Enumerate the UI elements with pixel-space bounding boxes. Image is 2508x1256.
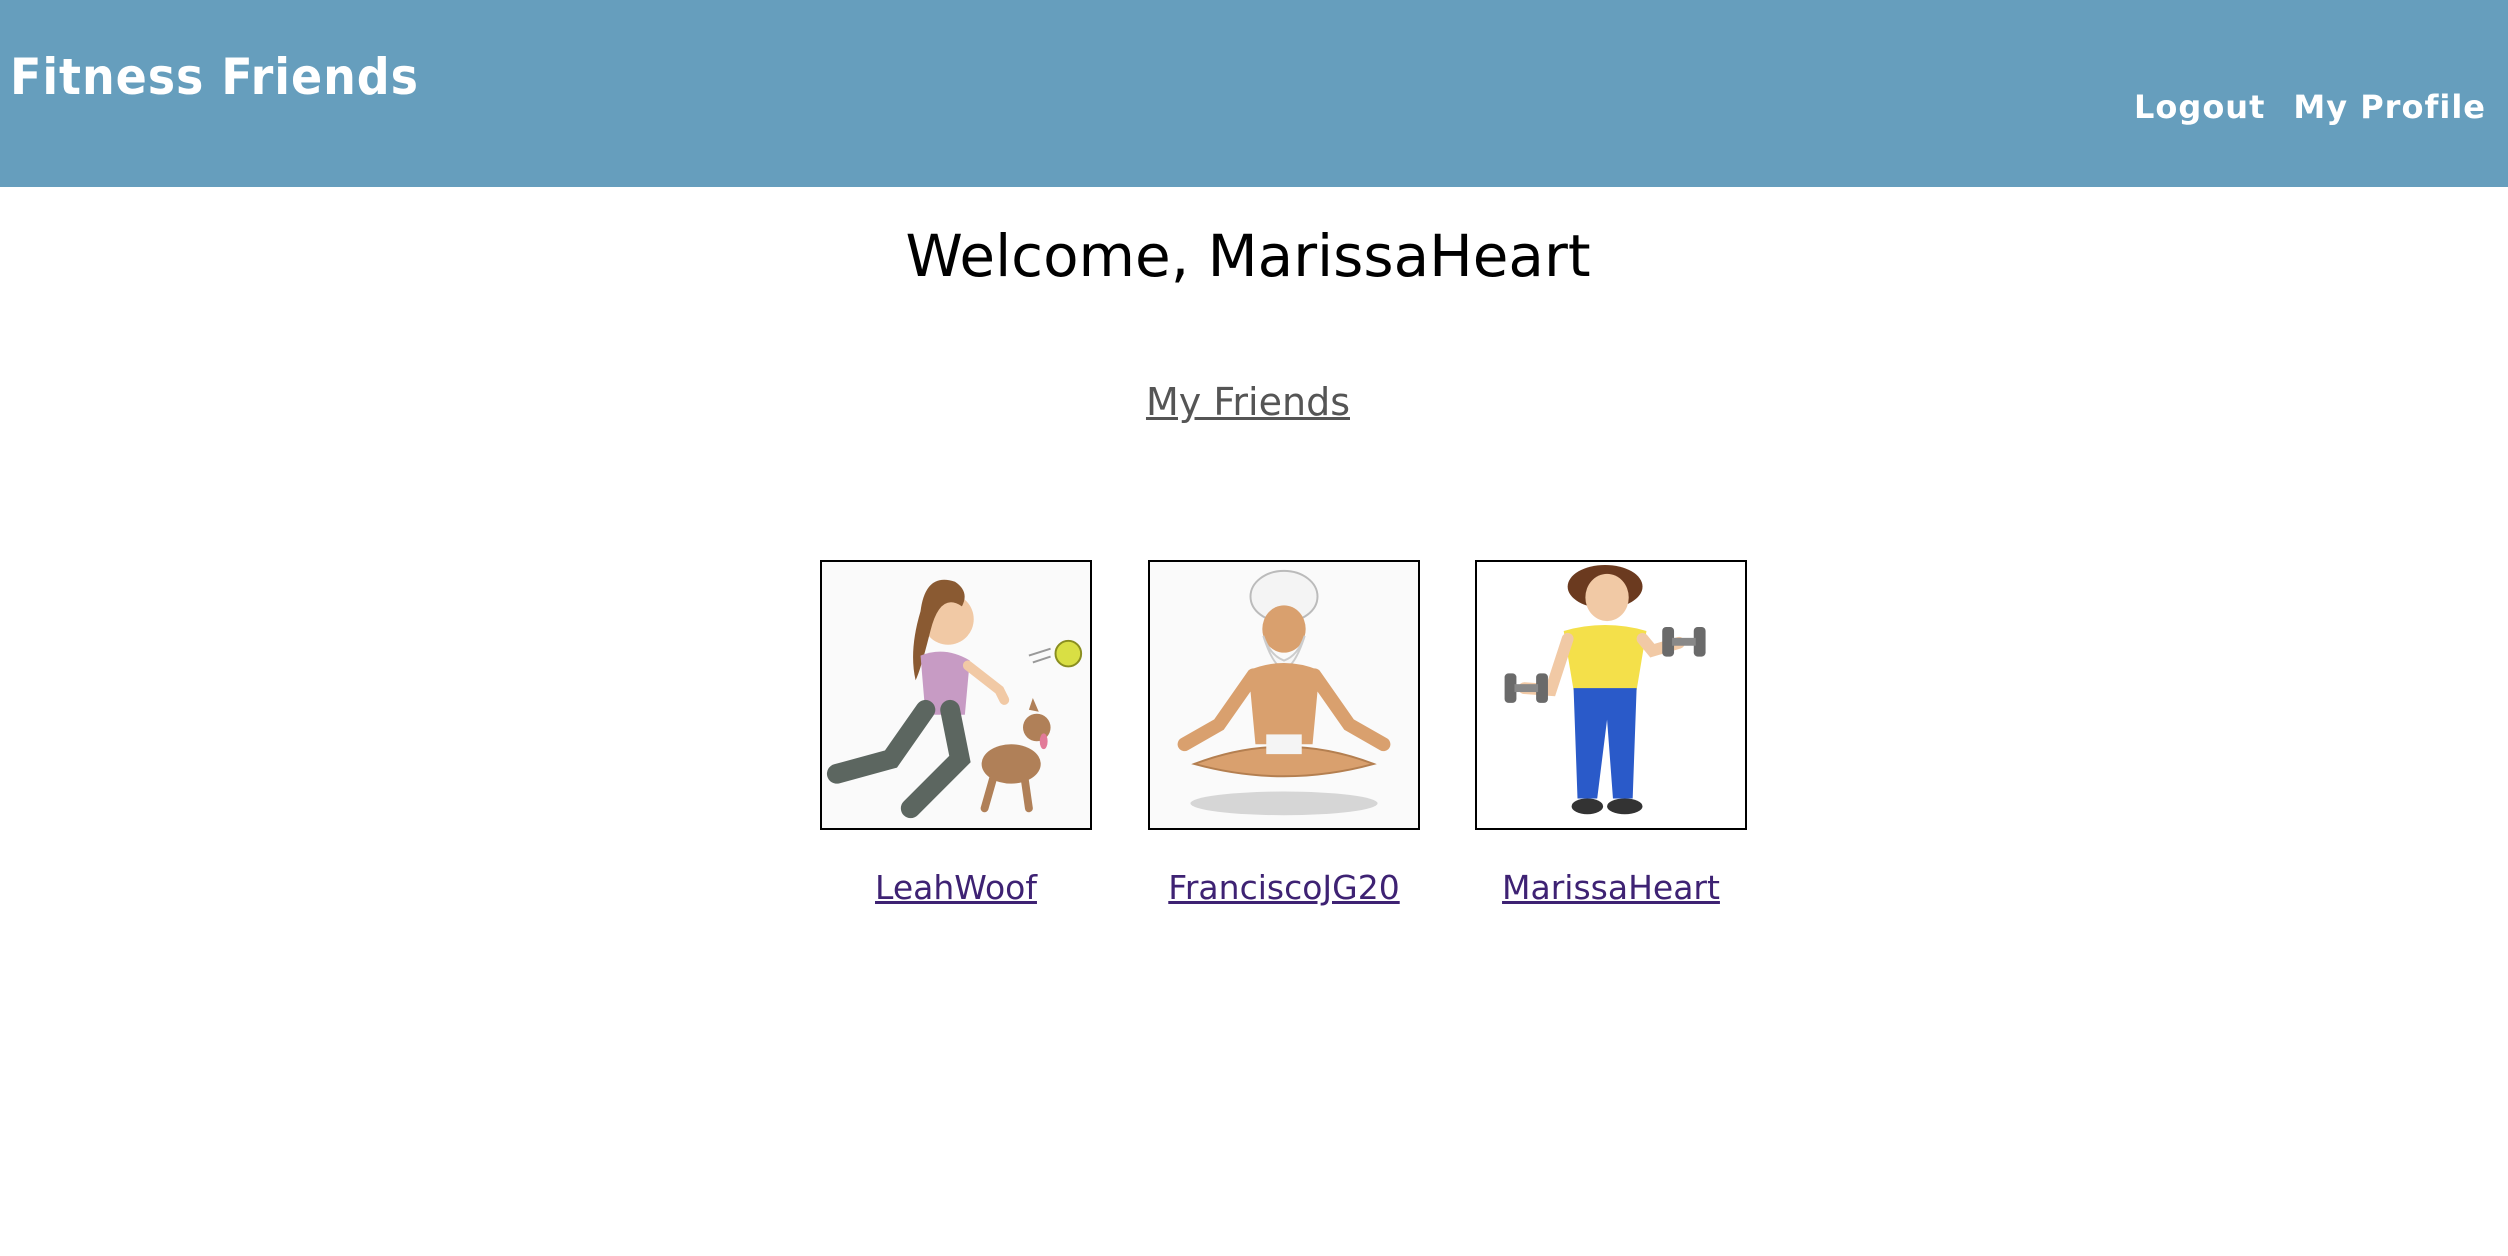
brand-logo-text[interactable]: Fitness Friends (10, 48, 419, 106)
friend-card: LeahWoof (791, 560, 1121, 907)
friend-card: FranciscoJG20 (1119, 560, 1449, 907)
nav-links: Logout My Profile (2134, 88, 2486, 126)
woman-with-dumbbells-image (1477, 562, 1745, 828)
my-profile-link[interactable]: My Profile (2293, 88, 2486, 126)
friend-link-leahwoof[interactable]: LeahWoof (875, 868, 1037, 907)
friend-link-franciscojg20[interactable]: FranciscoJG20 (1168, 868, 1399, 907)
friend-photo-leahwoof[interactable] (820, 560, 1092, 830)
friend-photo-marissaheart[interactable] (1475, 560, 1747, 830)
friend-link-marissaheart[interactable]: MarissaHeart (1502, 868, 1720, 907)
woman-with-dog-image (822, 562, 1090, 828)
my-friends-link[interactable]: My Friends (1146, 380, 1350, 424)
meditating-man-image (1150, 562, 1418, 828)
top-navbar: Fitness Friends Logout My Profile (0, 0, 2508, 187)
logout-link[interactable]: Logout (2134, 88, 2265, 126)
welcome-heading: Welcome, MarissaHeart (905, 222, 1591, 290)
friend-photo-franciscojg20[interactable] (1148, 560, 1420, 830)
friend-card: MarissaHeart (1446, 560, 1776, 907)
friends-heading: My Friends (0, 380, 2496, 424)
